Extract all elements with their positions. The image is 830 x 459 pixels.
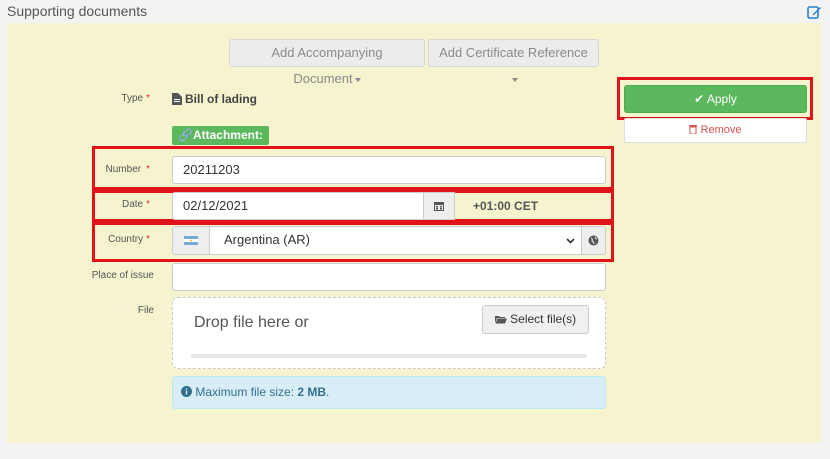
type-value: Bill of lading [172,92,257,106]
info-size: 2 MB [297,385,327,399]
remove-button[interactable]: Remove [624,118,807,143]
select-files-button[interactable]: Select file(s) [482,305,589,334]
trash-icon [689,125,698,135]
info-icon [181,386,192,397]
country-select[interactable]: Argentina (AR) [209,226,582,255]
number-label: Number * [105,164,150,175]
type-value-text: Bill of lading [185,92,257,106]
file-label: File [137,305,154,316]
folder-open-icon [494,316,507,324]
date-input[interactable]: 02/12/2021 [172,192,424,220]
paperclip-icon: 🔗 [178,128,193,142]
globe-icon [588,235,599,246]
calendar-icon [434,202,444,211]
type-label: Type * [121,93,150,104]
apply-button[interactable]: ✔ Apply [624,85,807,113]
attachment-badge: 🔗Attachment: [172,126,269,145]
date-label: Date * [121,199,150,210]
place-label: Place of issue [91,270,154,281]
country-select-value: Argentina (AR) [224,232,310,247]
info-suffix: . [326,385,330,399]
file-size-info: Maximum file size: 2 MB. [172,376,606,409]
number-input[interactable]: 20211203 [172,156,606,184]
argentina-flag-icon [184,236,198,245]
country-label: Country * [108,234,150,245]
info-text: Maximum file size: [195,385,298,399]
check-icon: ✔ [694,92,705,106]
chevron-down-icon [354,77,361,82]
chevron-down-icon [511,77,518,82]
calendar-button[interactable] [423,192,455,220]
select-files-label: Select file(s) [510,312,577,326]
place-input[interactable] [172,263,606,291]
edit-icon[interactable] [806,4,822,20]
remove-label: Remove [700,124,742,136]
timezone-label: +01:00 CET [473,199,539,213]
add-accompanying-document-button[interactable]: Add Accompanying Document [229,39,425,86]
country-flag [172,226,210,255]
apply-label: Apply [706,92,737,106]
upload-progress-bar [191,354,587,358]
add-certificate-label: Add Certificate Reference [439,45,588,60]
document-icon [172,93,182,105]
chevron-down-icon [566,238,575,244]
drop-text: Drop file here or [194,314,309,331]
globe-button[interactable] [581,226,606,255]
add-certificate-reference-button[interactable]: Add Certificate Reference [428,39,599,82]
section-title: Supporting documents [7,3,148,19]
attachment-label: Attachment: [192,128,263,142]
